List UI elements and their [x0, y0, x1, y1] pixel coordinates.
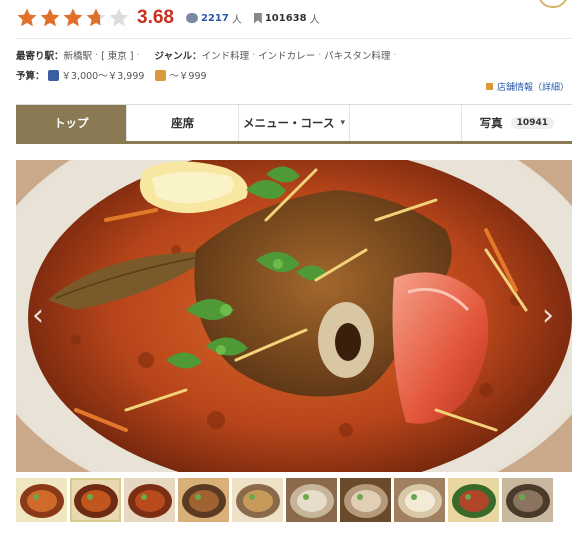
tab-top[interactable]: トップ	[16, 105, 128, 141]
photo-thumbnail[interactable]	[70, 478, 121, 522]
dinner-icon	[47, 69, 59, 81]
tab-menu-course[interactable]: メニュー・コース ▾	[238, 105, 351, 141]
station-link[interactable]: 新橋駅	[64, 48, 93, 62]
review-count[interactable]: 2217 人	[185, 11, 242, 26]
bookmark-icon	[253, 12, 262, 24]
tab-label: メニュー・コース	[243, 116, 335, 130]
photo-thumbnail[interactable]	[448, 478, 499, 522]
tab-seats[interactable]: 座席	[127, 105, 239, 141]
star-icon	[109, 8, 129, 27]
interior-icon	[502, 478, 553, 522]
star-icon	[40, 8, 60, 27]
rating-row: 3.68 2217 人 101638 人	[16, 4, 320, 32]
store-info-label: 店舗情報（詳細）	[497, 83, 570, 93]
star-icon	[86, 8, 106, 27]
comment-icon	[185, 13, 198, 23]
photo-thumbnail[interactable]	[394, 478, 445, 522]
photo-thumbnail[interactable]	[502, 478, 553, 522]
rating-stars	[16, 7, 131, 29]
tab-label: トップ	[53, 116, 89, 130]
lunch-icon	[155, 69, 167, 81]
tab-photos[interactable]: 写真 10941	[461, 105, 573, 141]
info-row-access-genre: 最寄り駅： 新橋駅 · [ 東京 ] · ジャンル： インド料理 · インドカレ…	[16, 48, 399, 63]
tandoori-icon	[448, 478, 499, 522]
save-count-unit: 人	[309, 14, 320, 26]
separator: ·	[252, 49, 256, 61]
rating-score: 3.68	[137, 7, 174, 28]
stew-dish-icon	[124, 478, 175, 522]
spread-icon	[178, 478, 229, 522]
store-info-link[interactable]: 店舗情報（詳細）	[486, 80, 569, 93]
genre-label: ジャンル：	[154, 51, 202, 62]
lunch-budget: ～￥999	[169, 71, 207, 82]
photo-thumbnail[interactable]	[16, 478, 67, 522]
chevron-right-icon[interactable]: ›	[538, 300, 558, 332]
naan-icon	[394, 478, 445, 522]
station-label: 最寄り駅：	[16, 51, 64, 62]
genre-link[interactable]: インド料理	[202, 48, 250, 62]
separator: ·	[393, 49, 397, 61]
separator: ·	[95, 49, 99, 61]
save-count-number: 101638	[264, 12, 307, 24]
star-icon	[63, 8, 83, 27]
thali-icon	[232, 478, 283, 522]
photo-thumbnail[interactable]	[232, 478, 283, 522]
photo-thumbnail[interactable]	[340, 478, 391, 522]
photo-thumbnail[interactable]	[286, 478, 337, 522]
curry-photo-icon	[16, 160, 572, 472]
save-count[interactable]: 101638 人	[253, 11, 320, 26]
separator: ·	[136, 49, 140, 61]
photo-thumbnail-strip	[16, 478, 572, 522]
photo-thumbnail[interactable]	[178, 478, 229, 522]
chevron-down-icon: ▾	[340, 118, 345, 128]
photo-thumbnail[interactable]	[124, 478, 175, 522]
genre-link[interactable]: パキスタン料理	[324, 48, 390, 62]
tab-label: 写真	[479, 116, 503, 130]
photo-count-badge: 10941	[510, 117, 554, 129]
divider	[16, 38, 572, 39]
award-badge-icon	[538, 0, 568, 8]
review-count-number: 2217	[200, 12, 229, 24]
budget-label: 予算：	[16, 71, 45, 82]
chevron-left-icon[interactable]: ‹	[28, 300, 48, 332]
main-photo[interactable]: ‹ ›	[16, 160, 572, 472]
curry-plate-icon	[70, 478, 121, 522]
tab-blank[interactable]	[350, 105, 462, 141]
info-icon	[486, 83, 493, 90]
dinner-budget: ￥3,000～￥3,999	[61, 71, 145, 82]
info-row-budget: 予算： ￥3,000～￥3,999 ～￥999	[16, 68, 207, 82]
curry-bowl-icon	[16, 478, 67, 522]
tab-label: 座席	[171, 116, 195, 130]
restaurant-tabs: トップ 座席 メニュー・コース ▾ 写真 10941	[16, 104, 573, 144]
separator: ·	[318, 49, 322, 61]
table-set-icon	[340, 478, 391, 522]
area-link[interactable]: [ 東京 ]	[101, 48, 133, 62]
genre-link[interactable]: インドカレー	[258, 48, 315, 62]
dining-room-icon	[286, 478, 337, 522]
review-count-unit: 人	[231, 14, 242, 26]
star-icon	[17, 8, 37, 27]
